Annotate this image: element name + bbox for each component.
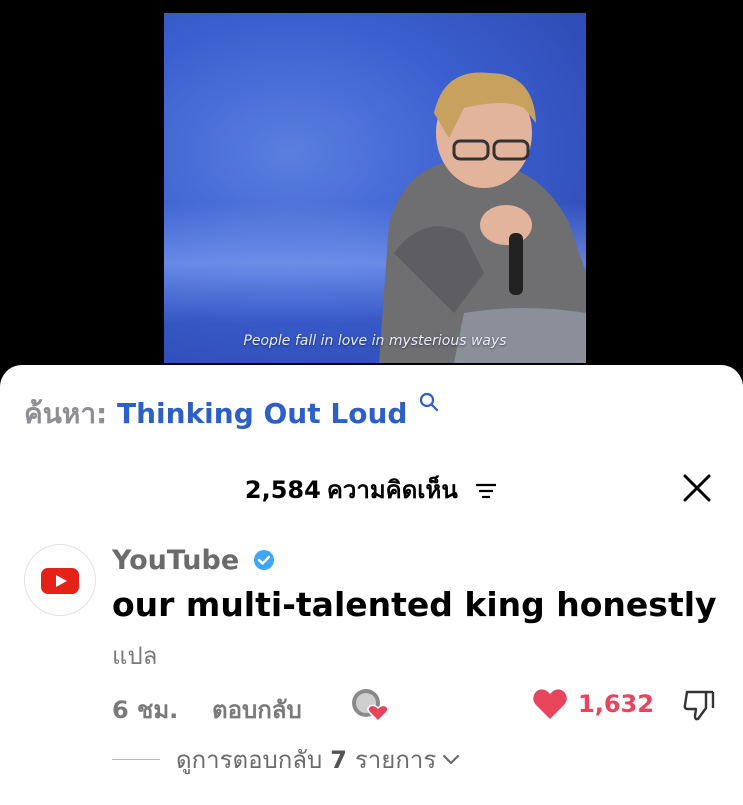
comments-count: 2,584 (244, 476, 321, 504)
video-player[interactable]: People fall in love in mysterious ways (164, 13, 586, 363)
replies-count: 7 (330, 745, 347, 774)
author-name: YouTube (112, 545, 240, 576)
video-subtitle: People fall in love in mysterious ways (243, 333, 507, 349)
verified-badge-icon (253, 550, 274, 570)
close-icon[interactable] (681, 472, 713, 504)
comment-author[interactable]: YouTube (112, 545, 275, 576)
search-icon (420, 392, 439, 412)
youtube-logo-icon (41, 568, 79, 594)
search-suggestion[interactable]: ค้นหา: Thinking Out Loud (24, 392, 439, 436)
heart-like-icon[interactable] (532, 688, 568, 720)
view-replies-button[interactable]: ดูการตอบกลับ 7 รายการ (112, 740, 460, 779)
avatar[interactable] (24, 544, 96, 616)
sort-icon[interactable] (474, 481, 498, 501)
search-prefix: ค้นหา: (24, 397, 108, 430)
comments-header: 2,584 ความคิดเห็น (0, 470, 743, 509)
comment-time: 6 ชม. (112, 696, 179, 724)
replies-suffix: รายการ (354, 746, 437, 774)
replies-prefix: ดูการตอบกลับ (176, 746, 323, 774)
video-frame-singer (379, 72, 586, 363)
search-query[interactable]: Thinking Out Loud (117, 397, 407, 430)
reply-button[interactable]: ตอบกลับ (212, 690, 302, 729)
replies-divider (112, 759, 160, 760)
creator-heart-icon (352, 689, 389, 722)
translate-button[interactable]: แปล (112, 636, 157, 675)
comment-text: our multi-talented king honestly (112, 585, 717, 624)
chevron-down-icon (443, 754, 460, 764)
comments-label: ความคิดเห็น (326, 476, 458, 504)
thumbs-down-icon[interactable] (682, 688, 716, 722)
like-count: 1,632 (578, 690, 654, 718)
